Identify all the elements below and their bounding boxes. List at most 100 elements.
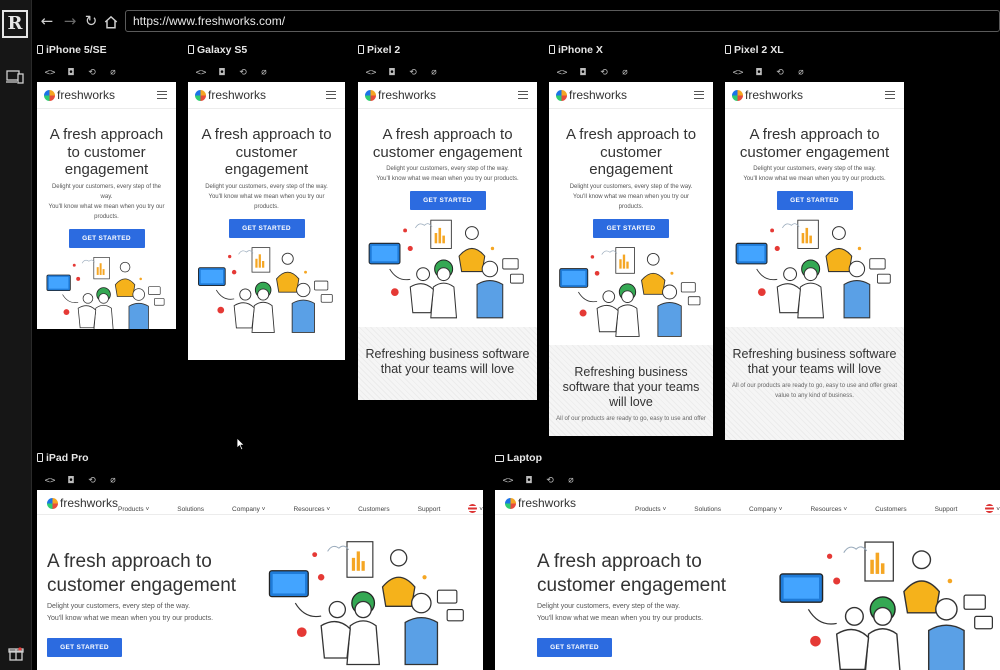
code-icon[interactable]: <>: [364, 67, 378, 79]
section-title: Refreshing business software that your te…: [732, 347, 897, 376]
language-flag-icon[interactable]: ˅: [454, 504, 483, 516]
hero-illustration: [368, 219, 524, 319]
section-subtitle: All of our products are ready to go, eas…: [732, 383, 897, 399]
responsively-logo-icon[interactable]: R: [2, 10, 28, 38]
device-toolbar: <> ◘ ⟲ ⌀: [364, 62, 448, 79]
browser-toolbar: ← → ↻ https://www.freshworks.com/: [31, 0, 1000, 42]
screenshot-icon[interactable]: ◘: [576, 67, 590, 79]
nav-item-products[interactable]: Products ˅: [104, 504, 149, 516]
nav-item-resources[interactable]: Resources ˅: [796, 504, 847, 516]
hamburger-menu-icon[interactable]: [694, 91, 704, 99]
devices-icon[interactable]: [6, 70, 24, 84]
get-started-button[interactable]: GET STARTED: [593, 218, 669, 238]
device-laptop: Laptop <> ◘ ⟲ ⌀ freshworks Products ˅ Soluti…: [495, 452, 1000, 670]
nav-item-customers[interactable]: Customers: [861, 504, 906, 516]
screenshot-icon[interactable]: ◘: [522, 475, 536, 487]
hamburger-menu-icon[interactable]: [326, 91, 336, 99]
phone-icon: [725, 45, 731, 54]
hamburger-menu-icon[interactable]: [157, 91, 167, 99]
rotate-icon[interactable]: ⟲: [543, 475, 557, 487]
device-screen[interactable]: freshworks A fresh approach to customer en…: [549, 82, 713, 436]
address-bar[interactable]: https://www.freshworks.com/: [125, 10, 1000, 32]
nav-item-solutions[interactable]: Solutions: [680, 504, 721, 516]
forward-arrow-icon[interactable]: →: [62, 12, 78, 30]
section-title: Refreshing business software that your te…: [562, 364, 700, 409]
no-sync-icon[interactable]: ⌀: [618, 67, 632, 79]
code-icon[interactable]: <>: [501, 475, 515, 487]
site-header: freshworks: [549, 82, 713, 109]
tablet-icon: [37, 453, 43, 462]
freshworks-logo[interactable]: freshworks: [365, 89, 436, 102]
code-icon[interactable]: <>: [43, 67, 57, 79]
freshworks-logo[interactable]: freshworks: [505, 497, 576, 510]
device-iphone-x: iPhone X <> ◘ ⟲ ⌀ freshworks A fresh approa…: [549, 44, 713, 436]
screenshot-icon[interactable]: ◘: [752, 67, 766, 79]
device-screen[interactable]: freshworks Products ˅ Solutions Company ˅ R…: [495, 490, 1000, 670]
hero-title: A fresh approach to customer engagement: [565, 126, 697, 178]
nav-item-support[interactable]: Support: [921, 504, 958, 516]
hero-illustration: [735, 219, 891, 319]
freshworks-logo[interactable]: freshworks: [195, 89, 266, 102]
freshworks-logo-icon: [556, 90, 567, 101]
hero-title: A fresh approach to customer engagement: [372, 126, 523, 161]
rotate-icon[interactable]: ⟲: [85, 67, 99, 79]
code-icon[interactable]: <>: [731, 67, 745, 79]
freshworks-logo[interactable]: freshworks: [44, 89, 115, 102]
hero-illustration: [559, 246, 701, 337]
rotate-icon[interactable]: ⟲: [406, 67, 420, 79]
phone-icon: [358, 45, 364, 54]
device-screen[interactable]: freshworks A fresh approach to customer en…: [37, 82, 176, 329]
nav-item-resources[interactable]: Resources ˅: [279, 504, 330, 516]
get-started-button[interactable]: GET STARTED: [68, 228, 145, 248]
get-started-button[interactable]: GET STARTED: [776, 191, 853, 210]
nav-item-support[interactable]: Support: [404, 504, 441, 516]
device-screen[interactable]: freshworks A fresh approach to customer e…: [358, 82, 537, 400]
nav-item-solutions[interactable]: Solutions: [163, 504, 204, 516]
nav-item-company[interactable]: Company ˅: [735, 504, 782, 516]
rotate-icon[interactable]: ⟲: [773, 67, 787, 79]
no-sync-icon[interactable]: ⌀: [794, 67, 808, 79]
no-sync-icon[interactable]: ⌀: [427, 67, 441, 79]
device-screen[interactable]: freshworks A fresh approach to customer en…: [188, 82, 345, 360]
nav-item-products[interactable]: Products ˅: [621, 504, 666, 516]
rotate-icon[interactable]: ⟲: [597, 67, 611, 79]
reload-icon[interactable]: ↻: [83, 12, 99, 30]
get-started-button[interactable]: GET STARTED: [537, 638, 612, 657]
freshworks-logo[interactable]: freshworks: [556, 89, 627, 102]
screenshot-icon[interactable]: ◘: [64, 67, 78, 79]
rotate-icon[interactable]: ⟲: [85, 475, 99, 487]
phone-icon: [549, 45, 555, 54]
hamburger-menu-icon[interactable]: [518, 91, 528, 99]
hero-illustration: [198, 246, 333, 333]
device-screen[interactable]: freshworks A fresh approach to customer e…: [725, 82, 904, 440]
hero-illustration: [46, 256, 165, 329]
no-sync-icon[interactable]: ⌀: [257, 67, 271, 79]
freshworks-logo[interactable]: freshworks: [732, 89, 803, 102]
code-icon[interactable]: <>: [555, 67, 569, 79]
no-sync-icon[interactable]: ⌀: [106, 67, 120, 79]
home-icon[interactable]: [103, 13, 119, 31]
get-started-button[interactable]: GET STARTED: [409, 191, 486, 210]
code-icon[interactable]: <>: [194, 67, 208, 79]
back-arrow-icon[interactable]: ←: [39, 12, 55, 30]
screenshot-icon[interactable]: ◘: [215, 67, 229, 79]
language-flag-icon[interactable]: ˅: [971, 504, 1000, 516]
rotate-icon[interactable]: ⟲: [236, 67, 250, 79]
hero-title: A fresh approach to customer engagement: [47, 551, 237, 596]
screenshot-icon[interactable]: ◘: [64, 475, 78, 487]
gift-icon[interactable]: [8, 645, 24, 661]
no-sync-icon[interactable]: ⌀: [564, 475, 578, 487]
screenshot-icon[interactable]: ◘: [385, 67, 399, 79]
device-pixel-2-xl: Pixel 2 XL <> ◘ ⟲ ⌀ freshworks A fresh appr…: [725, 44, 904, 440]
nav-item-company[interactable]: Company ˅: [218, 504, 265, 516]
device-iphone-5-se: iPhone 5/SE <> ◘ ⟲ ⌀ freshworks A fresh app…: [37, 44, 176, 329]
no-sync-icon[interactable]: ⌀: [106, 475, 120, 487]
freshworks-logo-icon: [195, 90, 206, 101]
hero-illustration: [779, 541, 994, 670]
code-icon[interactable]: <>: [43, 475, 57, 487]
hamburger-menu-icon[interactable]: [885, 91, 895, 99]
nav-item-customers[interactable]: Customers: [344, 504, 389, 516]
get-started-button[interactable]: GET STARTED: [47, 638, 122, 657]
device-screen[interactable]: freshworks Products ˅ Solutions Company ˅ R…: [37, 490, 483, 670]
get-started-button[interactable]: GET STARTED: [228, 218, 305, 238]
